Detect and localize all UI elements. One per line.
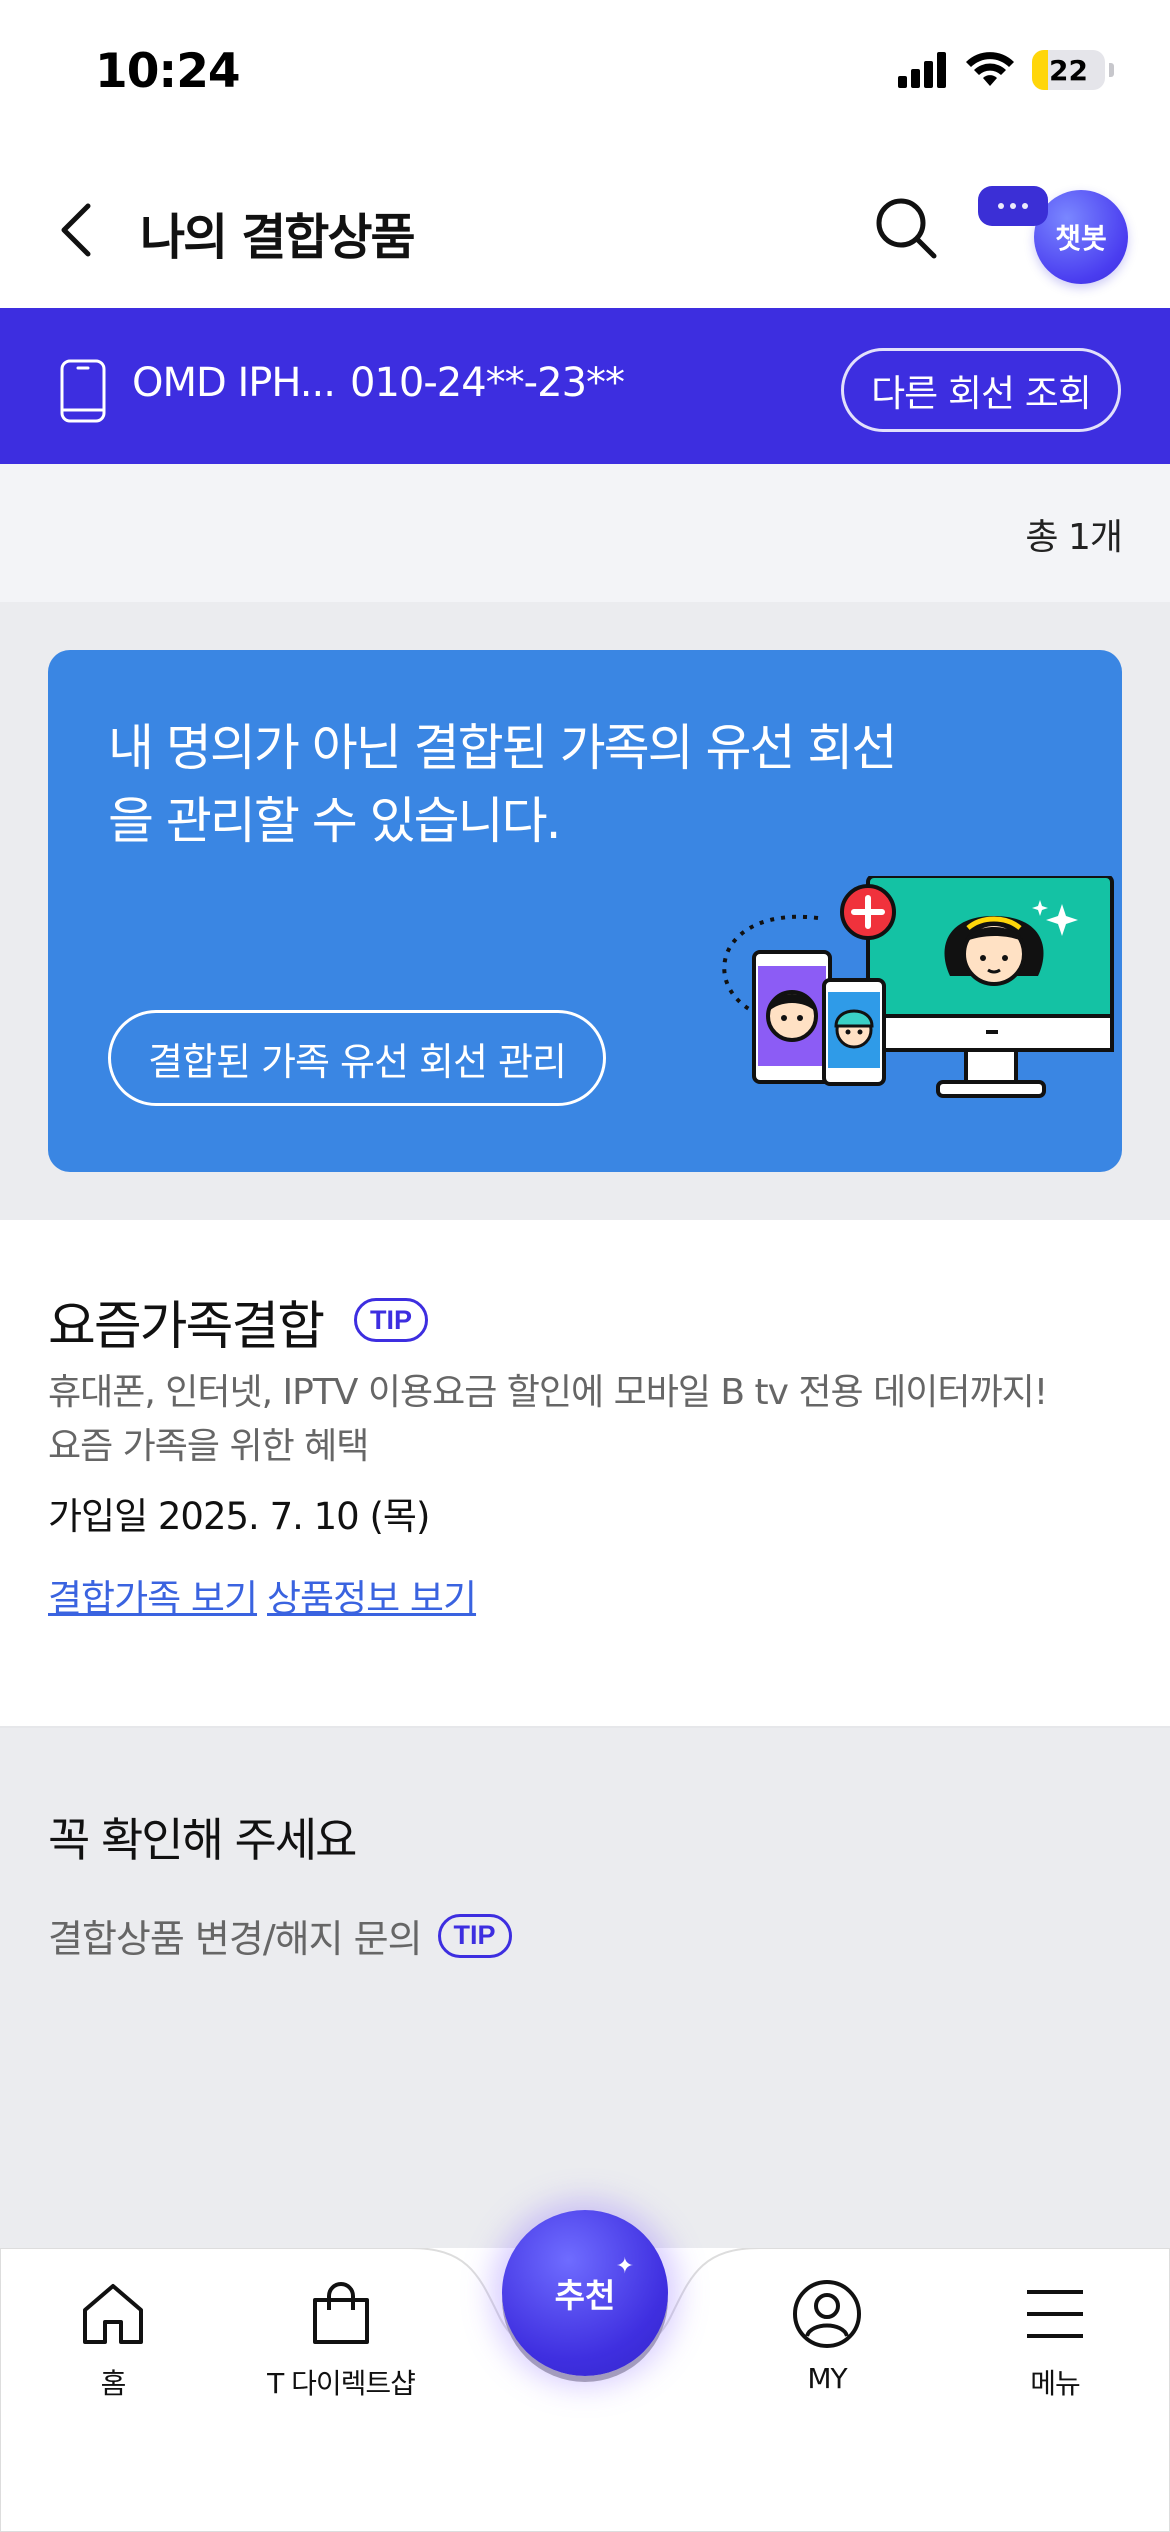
- app-header: 나의 결합상품 챗봇: [0, 160, 1170, 300]
- wifi-icon: [966, 52, 1014, 86]
- product-tip-badge[interactable]: TIP: [354, 1298, 428, 1342]
- other-line-button[interactable]: 다른 회선 조회: [841, 348, 1121, 432]
- view-family-link[interactable]: 결합가족 보기: [48, 1568, 258, 1622]
- notice-title: 꼭 확인해 주세요: [48, 1813, 357, 1867]
- battery-icon: 22: [1032, 50, 1105, 90]
- notice-item[interactable]: 결합상품 변경/해지 문의 TIP: [48, 1908, 512, 1963]
- nav-home-label: 홈: [100, 2367, 127, 2400]
- manage-family-line-button[interactable]: 결합된 가족 유선 회선 관리: [108, 1010, 606, 1106]
- line-selector: OMD IPH... 010-24**-23** 다른 회선 조회: [0, 308, 1170, 464]
- nav-my[interactable]: MY: [727, 2278, 927, 2395]
- status-bar: 10:24 22: [0, 0, 1170, 150]
- back-icon[interactable]: [48, 198, 112, 262]
- family-devices-illustration: [722, 876, 1114, 1098]
- status-icons: 22: [898, 50, 1114, 90]
- signal-icon: [898, 52, 946, 88]
- bottom-nav: 홈 T 다이렉트샵 추천 ✦ MY 메뉴: [0, 2210, 1170, 2532]
- notice-item-label: 결합상품 변경/해지 문의: [48, 1917, 423, 1961]
- nav-my-label: MY: [807, 2362, 847, 2395]
- profile-icon: [793, 2280, 861, 2348]
- shopping-bag-icon: [313, 2282, 369, 2344]
- line-number: 010-24**-23**: [350, 360, 625, 406]
- phone-icon: [60, 359, 106, 423]
- recommend-label: 추천: [554, 2276, 616, 2315]
- family-line-banner: 내 명의가 아닌 결합된 가족의 유선 회선을 관리할 수 있습니다. 결합된 …: [48, 650, 1122, 1172]
- product-section: 요즘가족결합 TIP 휴대폰, 인터넷, IPTV 이용요금 할인에 모바일 B…: [0, 1220, 1170, 1728]
- view-product-info-link[interactable]: 상품정보 보기: [267, 1568, 477, 1622]
- count-bar: 총 1개: [0, 464, 1170, 602]
- chatbot-button[interactable]: 챗봇: [976, 174, 1136, 294]
- device-name: OMD IPH...: [132, 360, 336, 406]
- status-time: 10:24: [95, 44, 241, 99]
- chatbot-label: 챗봇: [1034, 190, 1128, 284]
- join-date: 가입일 2025. 7. 10 (목): [48, 1495, 430, 1538]
- nav-home[interactable]: 홈: [13, 2278, 213, 2402]
- notice-section: 꼭 확인해 주세요 결합상품 변경/해지 문의 TIP: [0, 1728, 1170, 2248]
- nav-menu[interactable]: 메뉴: [955, 2278, 1155, 2402]
- battery-level: 22: [1049, 53, 1088, 87]
- nav-direct-shop-label: T 다이렉트샵: [267, 2367, 416, 2400]
- nav-direct-shop[interactable]: T 다이렉트샵: [241, 2278, 441, 2402]
- recommend-button[interactable]: 추천 ✦: [502, 2210, 668, 2376]
- total-count: 총 1개: [1025, 517, 1123, 558]
- product-title: 요즘가족결합: [48, 1297, 325, 1357]
- product-description: 휴대폰, 인터넷, IPTV 이용요금 할인에 모바일 B tv 전용 데이터까…: [48, 1372, 1048, 1467]
- banner-text: 내 명의가 아닌 결합된 가족의 유선 회선을 관리할 수 있습니다.: [108, 719, 897, 850]
- product-links: 결합가족 보기 상품정보 보기: [48, 1568, 477, 1622]
- hamburger-menu-icon: [1027, 2290, 1083, 2338]
- home-icon: [83, 2284, 143, 2344]
- banner-section: 내 명의가 아닌 결합된 가족의 유선 회선을 관리할 수 있습니다. 결합된 …: [0, 602, 1170, 1220]
- nav-menu-label: 메뉴: [1030, 2367, 1081, 2400]
- chat-bubble-icon: [978, 186, 1048, 226]
- search-icon[interactable]: [868, 190, 944, 266]
- page-title: 나의 결합상품: [140, 209, 416, 266]
- notice-tip-badge[interactable]: TIP: [437, 1913, 512, 1958]
- sparkle-icon: ✦: [615, 2254, 634, 2279]
